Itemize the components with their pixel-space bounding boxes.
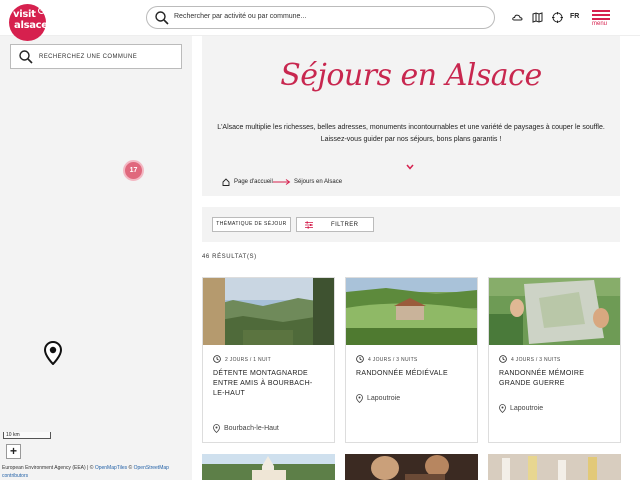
card-image: [489, 278, 620, 345]
hero-text-line1: L'Alsace multiplie les richesses, belles…: [217, 124, 605, 131]
menu-label: menu: [592, 21, 608, 27]
map-scale: 10 km: [3, 432, 51, 439]
map-cluster-marker[interactable]: 17: [123, 160, 144, 181]
page: visit alsace ® Rechercher par activité o…: [0, 0, 640, 480]
filter-button[interactable]: FILTRER: [296, 217, 374, 232]
map-panel[interactable]: RECHERCHEZ UNE COMMUNE 17 10 km + Europe…: [0, 36, 192, 480]
clock-icon: [213, 355, 221, 363]
menu-bar: [592, 14, 610, 16]
location-pin-icon: [213, 424, 220, 433]
weather-icon[interactable]: [512, 12, 523, 23]
card-location-text: Bourbach-le-Haut: [224, 425, 279, 432]
menu-bar: [592, 10, 610, 12]
logo-line2: alsace: [14, 20, 48, 31]
card-duration-text: 4 JOURS / 3 NUITS: [511, 357, 561, 363]
card-location-text: Lapoutroie: [367, 395, 401, 402]
hero-section: Séjours en Alsace L'Alsace multiplie les…: [202, 36, 620, 196]
filter-label: FILTRER: [331, 222, 359, 228]
attribution-text: European Environment Agency (EEA) | ©: [2, 465, 95, 471]
chevron-down-icon[interactable]: [406, 164, 414, 170]
visit-alsace-logo[interactable]: visit alsace ®: [9, 4, 48, 41]
search-input[interactable]: Rechercher par activité ou par commune..…: [174, 13, 306, 20]
location-pin-icon: [356, 394, 363, 403]
search-icon: [155, 11, 169, 25]
theme-button[interactable]: THÉMATIQUE DE SÉJOUR: [212, 217, 291, 232]
card-duration-text: 4 JOURS / 3 NUITS: [368, 357, 418, 363]
logo-line1: visit: [13, 9, 36, 20]
location-pin-icon: [499, 404, 506, 413]
hero-description: L'Alsace multiplie les richesses, belles…: [216, 122, 606, 146]
card-duration-text: 2 JOURS / 1 NUIT: [225, 357, 271, 363]
home-icon[interactable]: [222, 178, 230, 186]
openstreetmap-link[interactable]: OpenStreetMap: [134, 465, 169, 471]
sliders-icon: [305, 221, 313, 229]
card-image: [346, 278, 477, 345]
openmaptiles-link[interactable]: OpenMapTiles: [95, 465, 127, 471]
stay-card[interactable]: 2 JOURS / 1 NUIT Détente montagnarde ent…: [202, 277, 335, 443]
card-image: [203, 278, 334, 345]
main-content: Séjours en Alsace L'Alsace multiplie les…: [192, 36, 640, 480]
search-icon: [19, 50, 33, 64]
breadcrumb-current: Séjours en Alsace: [294, 179, 343, 185]
stay-card[interactable]: 4 JOURS / 3 NUITS Randonnée mémoire Gran…: [488, 277, 621, 443]
hero-text-line2: Laissez-vous guider par nos séjours, bon…: [320, 136, 502, 143]
card-title[interactable]: Détente montagnarde entre amis à Bourbac…: [213, 369, 323, 399]
commune-search[interactable]: RECHERCHEZ UNE COMMUNE: [10, 44, 182, 69]
contributors-link[interactable]: contributors: [2, 473, 28, 479]
menu-button[interactable]: menu: [589, 9, 611, 29]
results-count: 46 RÉSULTAT(S): [202, 254, 257, 260]
stay-card-image-partial[interactable]: [488, 454, 621, 480]
clock-icon: [356, 355, 364, 363]
map-pin-icon[interactable]: [44, 341, 62, 365]
map-attribution: European Environment Agency (EEA) | © Op…: [2, 464, 192, 480]
commune-input[interactable]: RECHERCHEZ UNE COMMUNE: [39, 54, 137, 60]
menu-bar: [592, 18, 610, 20]
card-location-text: Lapoutroie: [510, 405, 544, 412]
filter-bar: THÉMATIQUE DE SÉJOUR FILTRER: [202, 207, 620, 242]
header: visit alsace ® Rechercher par activité o…: [0, 0, 640, 41]
stay-card-image-partial[interactable]: [202, 454, 335, 480]
card-title[interactable]: Randonnée médiévale: [356, 369, 466, 379]
zoom-in-button[interactable]: +: [6, 444, 21, 459]
logo-registered-mark: ®: [38, 7, 45, 14]
search-bar[interactable]: Rechercher par activité ou par commune..…: [146, 6, 495, 29]
page-title: Séjours en Alsace: [280, 58, 542, 93]
compass-icon[interactable]: [552, 12, 563, 23]
language-selector[interactable]: FR: [570, 13, 579, 20]
arrow-right-icon: [273, 179, 291, 185]
clock-icon: [499, 355, 507, 363]
map-icon[interactable]: [532, 12, 543, 23]
breadcrumb-home[interactable]: Page d'accueil: [234, 179, 273, 185]
card-title[interactable]: Randonnée mémoire Grande Guerre: [499, 369, 609, 389]
stay-card-image-partial[interactable]: [345, 454, 478, 480]
stay-card[interactable]: 4 JOURS / 3 NUITS Randonnée médiévale La…: [345, 277, 478, 443]
